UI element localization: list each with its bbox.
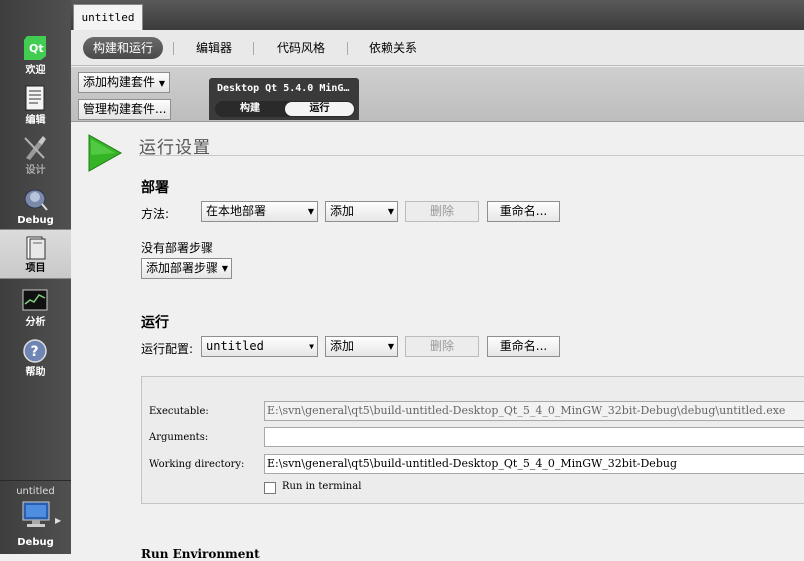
executable-field[interactable]: E:\svn\general\qt5\build-untitled-Deskto… — [264, 401, 804, 421]
run-environment-heading: Run Environment — [141, 547, 260, 561]
working-directory-label: Working directory: — [149, 459, 245, 470]
deploy-method-value: 在本地部署 — [206, 204, 267, 218]
deploy-heading: 部署 — [141, 180, 169, 196]
mode-bar: Qt 欢迎 编辑 设计 Debug 项目 分析 ? 帮助 untitled ▶ … — [0, 0, 71, 554]
target-selector-arrow-icon[interactable]: ▶ — [55, 516, 61, 525]
help-icon: ? — [23, 339, 47, 363]
add-kit-button[interactable]: 添加构建套件 ▼ — [78, 72, 170, 93]
kit-bar: 添加构建套件 ▼ 管理构建套件... Desktop Qt 5.4.0 MinG… — [71, 67, 804, 122]
document-tab-bar: untitled — [71, 0, 804, 30]
mode-label: 设计 — [25, 165, 46, 176]
no-deploy-steps-label: 没有部署步骤 — [141, 241, 214, 255]
mode-welcome[interactable]: Qt 欢迎 — [0, 30, 71, 80]
debug-bug-icon — [24, 189, 48, 211]
computer-icon[interactable] — [18, 500, 54, 530]
tab-editor[interactable]: 编辑器 — [186, 37, 242, 59]
deploy-rename-button[interactable]: 重命名... — [487, 201, 560, 222]
mode-analyze[interactable]: 分析 — [0, 282, 71, 332]
chevron-down-icon: ▼ — [387, 207, 394, 216]
target-build-mode: Debug — [17, 537, 54, 548]
mode-label: Debug — [17, 215, 54, 226]
add-kit-label: 添加构建套件 — [83, 75, 156, 89]
working-directory-input[interactable]: E:\svn\general\qt5\build-untitled-Deskto… — [264, 454, 804, 474]
kit-run-toggle[interactable]: 运行 — [285, 102, 354, 116]
arguments-label: Arguments: — [149, 432, 209, 443]
tab-dependencies[interactable]: 依赖关系 — [359, 37, 427, 59]
mode-bar-divider — [0, 480, 71, 481]
mode-label: 项目 — [25, 263, 46, 274]
run-config-details: Executable: E:\svn\general\qt5\build-unt… — [141, 376, 804, 504]
mode-label: 欢迎 — [25, 65, 46, 76]
run-remove-button[interactable]: 删除 — [405, 336, 479, 357]
kit-name: Desktop Qt 5.4.0 MinG… — [217, 83, 350, 94]
chevron-down-icon: ▼ — [309, 342, 314, 351]
tab-code-style[interactable]: 代码风格 — [267, 37, 335, 59]
chevron-down-icon: ▼ — [307, 207, 314, 216]
run-config-label: 运行配置: — [141, 342, 194, 356]
deploy-add-button[interactable]: 添加 ▼ — [325, 201, 398, 222]
svg-text:Qt: Qt — [29, 42, 44, 55]
qt-logo-icon: Qt — [24, 36, 46, 60]
analyze-chart-icon — [22, 289, 48, 311]
tab-divider — [347, 42, 348, 55]
mode-debug[interactable]: Debug — [0, 180, 71, 230]
tab-divider — [253, 42, 254, 55]
design-brush-icon — [24, 136, 46, 160]
chevron-down-icon: ▼ — [387, 342, 394, 351]
document-tab[interactable]: untitled — [73, 4, 143, 30]
run-rename-button[interactable]: 重命名... — [487, 336, 560, 357]
run-play-icon — [88, 134, 123, 172]
executable-label: Executable: — [149, 406, 209, 417]
build-run-switch: 构建 运行 — [215, 101, 355, 117]
run-in-terminal-label: Run in terminal — [282, 481, 362, 492]
tab-build-run[interactable]: 构建和运行 — [83, 37, 164, 59]
mode-help[interactable]: ? 帮助 — [0, 332, 71, 382]
mode-label: 帮助 — [25, 367, 46, 378]
add-deploy-step-label: 添加部署步骤 — [146, 261, 219, 275]
deploy-method-select[interactable]: 在本地部署 ▼ — [201, 201, 318, 222]
mode-label: 编辑 — [25, 115, 46, 126]
mode-design[interactable]: 设计 — [0, 130, 71, 180]
kit-selector: Desktop Qt 5.4.0 MinG… 构建 运行 — [209, 78, 359, 120]
title-divider — [139, 155, 804, 156]
deploy-method-label: 方法: — [141, 207, 170, 221]
arguments-input[interactable] — [264, 427, 804, 447]
run-config-value: untitled — [206, 339, 264, 353]
chevron-down-icon: ▼ — [158, 79, 165, 88]
mode-label: 分析 — [25, 317, 46, 328]
kit-build-toggle[interactable]: 构建 — [215, 101, 285, 117]
svg-text:?: ? — [31, 344, 39, 360]
run-heading: 运行 — [141, 315, 169, 331]
edit-document-icon — [25, 85, 45, 111]
run-add-label: 添加 — [330, 339, 355, 353]
run-config-select[interactable]: untitled ▼ — [201, 336, 318, 357]
manage-kits-button[interactable]: 管理构建套件... — [78, 99, 172, 120]
run-settings-panel: 运行设置 部署 方法: 在本地部署 ▼ 添加 ▼ 删除 重命名... 没有部署步… — [71, 123, 804, 561]
tab-divider — [173, 42, 174, 55]
run-add-button[interactable]: 添加 ▼ — [325, 336, 398, 357]
mode-projects[interactable]: 项目 — [0, 229, 71, 279]
mode-edit[interactable]: 编辑 — [0, 80, 71, 130]
project-subtabs: 构建和运行 编辑器 代码风格 依赖关系 — [71, 30, 804, 66]
project-folder-icon — [26, 236, 46, 260]
run-in-terminal-checkbox[interactable] — [264, 482, 276, 494]
deploy-add-label: 添加 — [330, 204, 355, 218]
chevron-down-icon: ▼ — [221, 264, 228, 273]
add-deploy-step-button[interactable]: 添加部署步骤 ▼ — [141, 258, 232, 279]
deploy-remove-button[interactable]: 删除 — [405, 201, 479, 222]
target-project-label: untitled — [16, 486, 55, 497]
